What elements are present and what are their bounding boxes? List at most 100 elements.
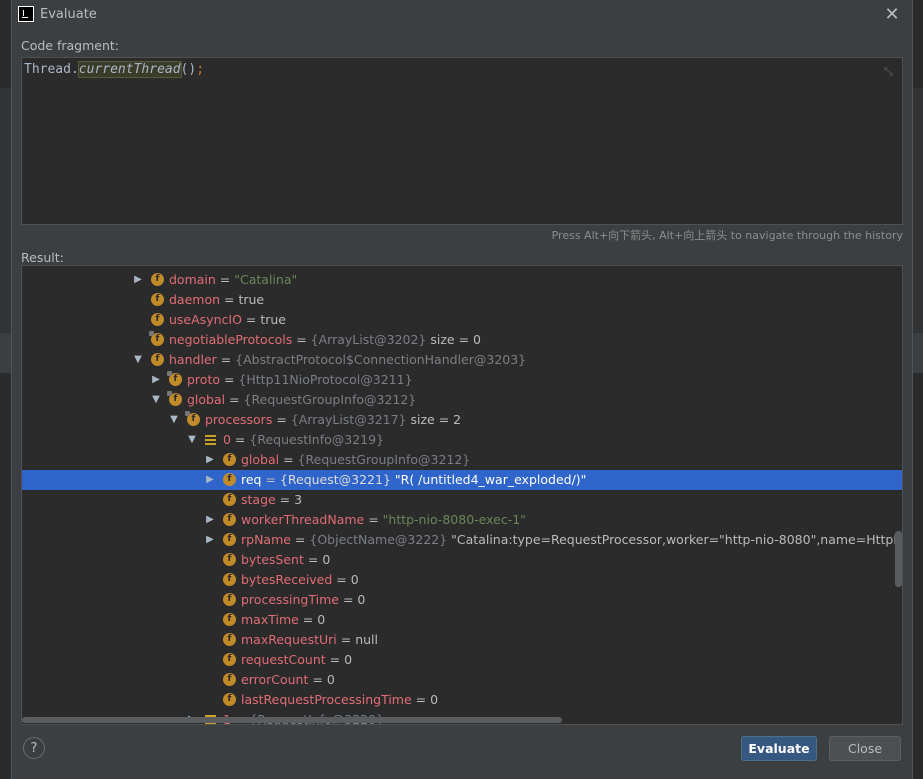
tree-row-text: rpName = {ObjectName@3222} "Catalina:typ… bbox=[241, 530, 902, 550]
tree-row-text: domain = "Catalina" bbox=[169, 270, 297, 290]
tree-row[interactable]: ▶ f global = {RequestGroupInfo@3212} bbox=[22, 450, 902, 470]
tree-row[interactable]: f useAsyncIO = true bbox=[22, 310, 902, 330]
field-name: 0 bbox=[223, 432, 231, 447]
tree-row[interactable]: ▶ f workerThreadName = "http-nio-8080-exec… bbox=[22, 510, 902, 530]
object-reference: {Http11NioProtocol@3211} bbox=[238, 372, 413, 387]
field-name: negotiableProtocols bbox=[169, 332, 293, 347]
field-icon: f bbox=[223, 453, 236, 466]
expand-arrow-icon[interactable]: ▶ bbox=[204, 530, 216, 550]
object-reference: {ArrayList@3202} bbox=[310, 332, 427, 347]
tree-row-text: global = {RequestGroupInfo@3212} bbox=[241, 450, 470, 470]
tree-row-text: lastRequestProcessingTime = 0 bbox=[241, 690, 438, 710]
field-icon: f bbox=[151, 273, 164, 286]
equals-sign: = bbox=[332, 572, 351, 587]
tree-row[interactable]: f bytesReceived = 0 bbox=[22, 570, 902, 590]
tree-row-text: 0 = {RequestInfo@3219} bbox=[223, 430, 384, 450]
expand-editor-icon[interactable]: ⤡ bbox=[884, 66, 896, 78]
equals-sign: = bbox=[364, 512, 383, 527]
tree-row-text: workerThreadName = "http-nio-8080-exec-1… bbox=[241, 510, 526, 530]
tree-row[interactable]: ▶ f req = {Request@3221} "R( /untitled4_wa… bbox=[22, 470, 902, 490]
expand-arrow-icon[interactable]: ▶ bbox=[150, 370, 162, 390]
tree-row[interactable]: ▶ f proto = {Http11NioProtocol@3211} bbox=[22, 370, 902, 390]
tree-row[interactable]: ▼ f handler = {AbstractProtocol$Connection… bbox=[22, 350, 902, 370]
result-tree[interactable]: ▶1 = {RequestInfo@3220}flastRequestProce… bbox=[21, 265, 903, 725]
object-reference: {RequestGroupInfo@3212} bbox=[297, 452, 471, 467]
tree-row-text: requestCount = 0 bbox=[241, 650, 352, 670]
tree-row[interactable]: f bytesSent = 0 bbox=[22, 550, 902, 570]
code-line: Thread.currentThread(); bbox=[24, 61, 205, 78]
expand-arrow-icon[interactable]: ▶ bbox=[204, 450, 216, 470]
equals-sign: = bbox=[241, 312, 261, 327]
close-icon[interactable]: ✕ bbox=[880, 3, 904, 27]
tree-row[interactable]: f stage = 3 bbox=[22, 490, 902, 510]
tree-row[interactable]: ▶ f rpName = {ObjectName@3222} "Catalina:t… bbox=[22, 530, 902, 550]
field-icon: f bbox=[151, 293, 164, 306]
tree-row-text: maxTime = 0 bbox=[241, 610, 325, 630]
object-reference: {RequestGroupInfo@3212} bbox=[243, 392, 417, 407]
tree-row[interactable]: ▶ f domain = "Catalina" bbox=[22, 270, 902, 290]
expand-arrow-icon[interactable]: ▶ bbox=[204, 510, 216, 530]
tree-row[interactable]: f daemon = true bbox=[22, 290, 902, 310]
tree-row[interactable]: f negotiableProtocols = {ArrayList@3202} … bbox=[22, 330, 902, 350]
field-name: useAsyncIO bbox=[169, 312, 242, 327]
tree-row[interactable]: f processingTime = 0 bbox=[22, 590, 902, 610]
object-reference: {RequestInfo@3219} bbox=[249, 432, 385, 447]
field-name: global bbox=[187, 392, 226, 407]
field-value: "R( /untitled4_war_exploded/)" bbox=[390, 472, 587, 487]
equals-sign: = bbox=[308, 672, 327, 687]
field-icon: f bbox=[223, 693, 236, 706]
tree-row[interactable]: f requestCount = 0 bbox=[22, 650, 902, 670]
field-icon: f bbox=[223, 653, 236, 666]
collapse-arrow-icon[interactable]: ▼ bbox=[132, 350, 144, 370]
collection-size: size = 0 bbox=[426, 332, 481, 347]
array-element-icon bbox=[205, 435, 216, 445]
evaluate-button[interactable]: Evaluate bbox=[741, 736, 817, 761]
equals-sign: = bbox=[336, 632, 356, 647]
tree-row-text: global = {RequestGroupInfo@3212} bbox=[187, 390, 416, 410]
equals-sign: = bbox=[325, 652, 345, 667]
field-value: 0 bbox=[322, 552, 331, 567]
expand-arrow-icon[interactable]: ▶ bbox=[204, 470, 216, 490]
dialog-title: Evaluate bbox=[40, 7, 97, 22]
equals-sign: = bbox=[261, 472, 280, 487]
field-icon: f bbox=[223, 573, 236, 586]
tree-row[interactable]: ▼ f processors = {ArrayList@3217} size = 2 bbox=[22, 410, 902, 430]
collapse-arrow-icon[interactable]: ▼ bbox=[168, 410, 180, 430]
field-name: maxTime bbox=[241, 612, 299, 627]
vertical-scrollbar[interactable] bbox=[895, 531, 902, 587]
tree-row[interactable]: ▼ 0 = {RequestInfo@3219} bbox=[22, 430, 902, 450]
tree-row[interactable]: f lastRequestProcessingTime = 0 bbox=[22, 690, 902, 710]
field-name: errorCount bbox=[241, 672, 309, 687]
close-button[interactable]: Close bbox=[829, 736, 901, 761]
result-label: Result: bbox=[21, 250, 64, 265]
tree-row-text: proto = {Http11NioProtocol@3211} bbox=[187, 370, 413, 390]
tree-row-text: handler = {AbstractProtocol$ConnectionHa… bbox=[169, 350, 526, 370]
horizontal-scrollbar[interactable] bbox=[22, 717, 562, 723]
field-name: rpName bbox=[241, 532, 291, 547]
tree-row[interactable]: f errorCount = 0 bbox=[22, 670, 902, 690]
field-icon: f bbox=[223, 673, 236, 686]
code-semicolon-token: ; bbox=[196, 62, 205, 77]
field-name: domain bbox=[169, 272, 216, 287]
history-hint: Press Alt+向下箭头, Alt+向上箭头 to navigate thr… bbox=[551, 229, 903, 242]
tree-row-text: errorCount = 0 bbox=[241, 670, 335, 690]
field-value: 3 bbox=[294, 492, 303, 507]
expand-arrow-icon[interactable]: ▶ bbox=[132, 270, 144, 290]
intellij-app-icon bbox=[18, 6, 34, 22]
field-value: 0 bbox=[326, 672, 335, 687]
collapse-arrow-icon[interactable]: ▼ bbox=[186, 430, 198, 450]
code-fragment-editor[interactable]: Thread.currentThread(); ⤡ bbox=[21, 57, 903, 225]
tree-row[interactable]: f maxRequestUri = null bbox=[22, 630, 902, 650]
help-button[interactable]: ? bbox=[23, 737, 45, 759]
tree-row[interactable]: ▼ f global = {RequestGroupInfo@3212} bbox=[22, 390, 902, 410]
field-icon: f bbox=[223, 513, 236, 526]
field-value: "http-nio-8080-exec-1" bbox=[382, 512, 526, 527]
equals-sign: = bbox=[292, 332, 311, 347]
equals-sign: = bbox=[290, 532, 310, 547]
tree-row-text: negotiableProtocols = {ArrayList@3202} s… bbox=[169, 330, 481, 350]
collapse-arrow-icon[interactable]: ▼ bbox=[150, 390, 162, 410]
field-name: global bbox=[241, 452, 280, 467]
title-bar: Evaluate ✕ bbox=[12, 0, 912, 30]
tree-row[interactable]: f maxTime = 0 bbox=[22, 610, 902, 630]
field-name: workerThreadName bbox=[241, 512, 365, 527]
